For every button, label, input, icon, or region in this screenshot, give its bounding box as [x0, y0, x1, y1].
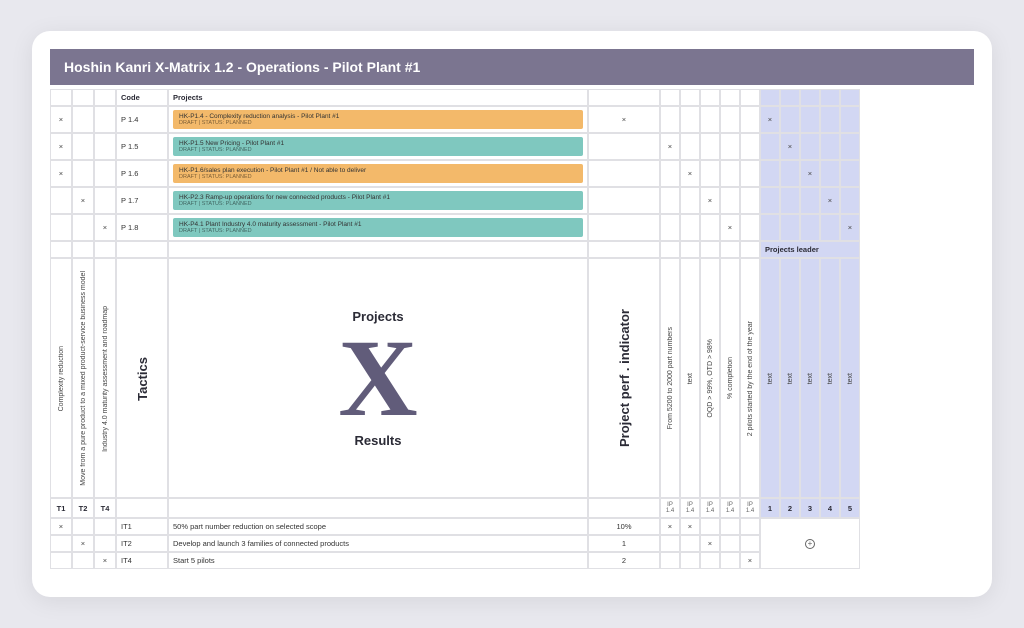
- x-matrix-card: Hoshin Kanri X-Matrix 1.2 - Operations -…: [32, 31, 992, 598]
- matrix-grid: Code Projects × P 1.4 HK-P1.4 - Complexi…: [50, 89, 974, 570]
- leader-col: text: [760, 258, 780, 498]
- kpi-col: 2 pilots started by the end of the year: [740, 258, 760, 498]
- mark-cell[interactable]: ×: [588, 106, 660, 133]
- mark-cell[interactable]: ×: [50, 518, 72, 535]
- kpi-col: % completion: [720, 258, 740, 498]
- mark-cell[interactable]: ×: [700, 535, 720, 552]
- mark-cell[interactable]: ×: [680, 518, 700, 535]
- mark-cell[interactable]: ×: [780, 133, 800, 160]
- mark-cell[interactable]: ×: [840, 214, 860, 241]
- mark-cell[interactable]: ×: [94, 214, 116, 241]
- col-complexity-reduction: Complexity reduction: [50, 258, 72, 498]
- kpi-col: text: [680, 258, 700, 498]
- label-tactics: Tactics: [116, 258, 168, 498]
- title-bar: Hoshin Kanri X-Matrix 1.2 - Operations -…: [50, 49, 974, 85]
- project-cell[interactable]: HK-P1.4 - Complexity reduction analysis …: [168, 106, 588, 133]
- mark-cell[interactable]: ×: [660, 133, 680, 160]
- mark-cell[interactable]: ×: [760, 106, 780, 133]
- project-cell[interactable]: HK-P4.1 Plant Industry 4.0 maturity asse…: [168, 214, 588, 241]
- code-cell: P 1.4: [116, 106, 168, 133]
- result-text: Develop and launch 3 families of connect…: [168, 535, 588, 552]
- col-mixed-model: Move from a pure product to a mixed prod…: [72, 258, 94, 498]
- mark-cell[interactable]: ×: [800, 160, 820, 187]
- result-text: 50% part number reduction on selected sc…: [168, 518, 588, 535]
- mark-cell[interactable]: ×: [680, 160, 700, 187]
- label-ppi: Project perf . indicator: [588, 258, 660, 498]
- header-projects-leader: Projects leader: [760, 241, 860, 258]
- mark-cell[interactable]: ×: [740, 552, 760, 569]
- project-cell[interactable]: HK-P2.3 Ramp-up operations for new conne…: [168, 187, 588, 214]
- mark-cell[interactable]: ×: [72, 187, 94, 214]
- header-projects: Projects: [168, 89, 588, 106]
- mark-cell[interactable]: ×: [700, 187, 720, 214]
- leader-col: text: [820, 258, 840, 498]
- add-button[interactable]: +: [805, 539, 815, 549]
- result-text: Start 5 pilots: [168, 552, 588, 569]
- project-cell[interactable]: HK-P1.5 New Pricing - Pilot Plant #1DRAF…: [168, 133, 588, 160]
- x-glyph: X: [338, 332, 417, 426]
- mark-cell[interactable]: ×: [820, 187, 840, 214]
- mark-cell[interactable]: ×: [50, 133, 72, 160]
- center-x: Projects X Results: [168, 258, 588, 498]
- header-code: Code: [116, 89, 168, 106]
- mark-cell[interactable]: ×: [72, 535, 94, 552]
- leader-col: text: [840, 258, 860, 498]
- mark-cell[interactable]: ×: [720, 214, 740, 241]
- leader-col: text: [780, 258, 800, 498]
- col-industry-40: Industry 4.0 maturity assessment and roa…: [94, 258, 116, 498]
- mark-cell[interactable]: ×: [50, 160, 72, 187]
- kpi-col: From 5200 to 2000 part numbers: [660, 258, 680, 498]
- leader-col: text: [800, 258, 820, 498]
- project-cell[interactable]: HK-P1.6/sales plan execution - Pilot Pla…: [168, 160, 588, 187]
- kpi-col: OQD > 99%, OTD > 98%: [700, 258, 720, 498]
- mark-cell[interactable]: ×: [660, 518, 680, 535]
- mark-cell[interactable]: ×: [50, 106, 72, 133]
- mark-cell[interactable]: ×: [94, 552, 116, 569]
